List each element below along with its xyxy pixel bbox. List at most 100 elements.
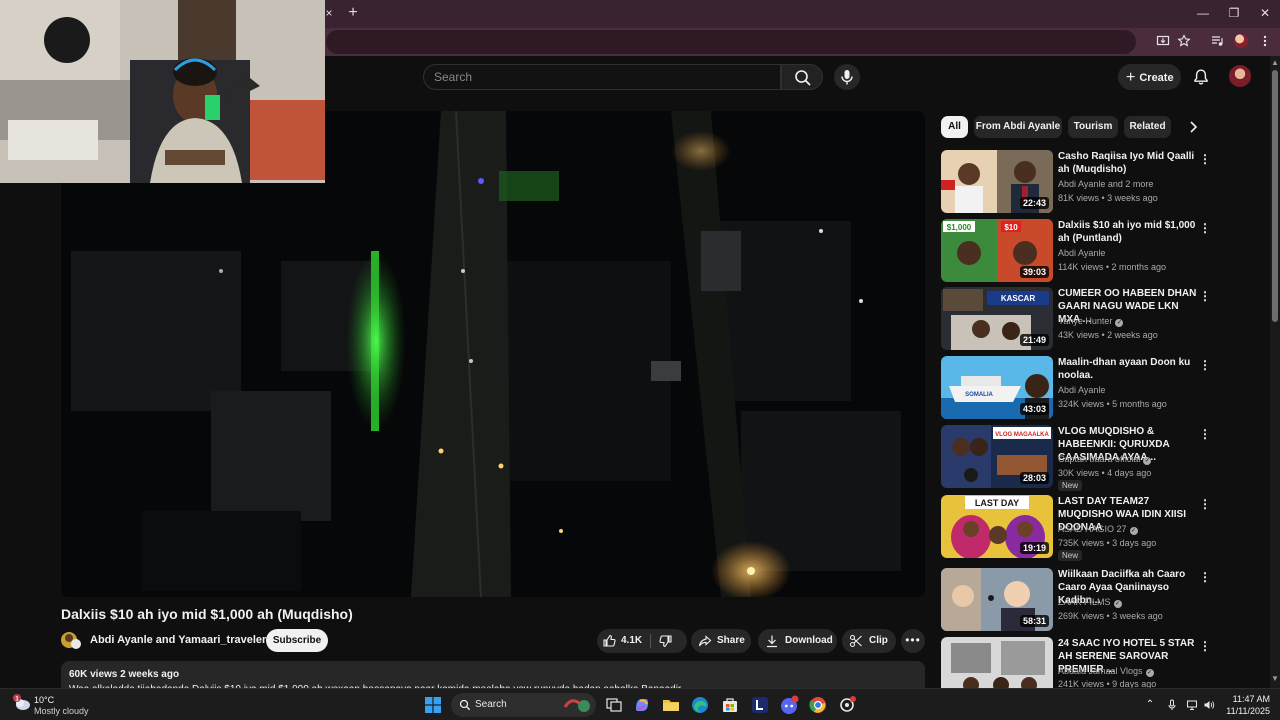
video-thumbnail[interactable]: LAST DAY 19:19 <box>941 495 1053 558</box>
video-title-link[interactable]: Maalin-dhan ayaan Doon ku noolaa. <box>1058 356 1198 382</box>
windows-taskbar: 1 10°C Mostly cloudy Search ⌃ 11:47 AM 1… <box>0 688 1280 720</box>
notifications-bell-icon[interactable] <box>1192 68 1210 86</box>
more-actions-button[interactable]: ••• <box>901 629 925 653</box>
clip-button[interactable]: Clip <box>842 629 896 653</box>
video-player[interactable] <box>61 111 925 597</box>
new-badge: New <box>1058 550 1083 561</box>
close-window-button[interactable]: ✕ <box>1250 4 1280 22</box>
recommended-video[interactable]: VLOG MAGAALKA 28:03 VLOG MUQDISHO & HABE… <box>941 425 1213 491</box>
video-menu-icon[interactable]: ⋮ <box>1199 289 1211 303</box>
volume-icon[interactable] <box>1203 699 1215 711</box>
recommended-video[interactable]: 58:31 Wiilkaan Daciifka ah Caaro Caaro A… <box>941 568 1213 632</box>
video-menu-icon[interactable]: ⋮ <box>1199 570 1211 584</box>
video-menu-icon[interactable]: ⋮ <box>1199 639 1211 653</box>
weather-cloud-icon[interactable]: 1 <box>12 694 32 712</box>
edge-browser-icon[interactable] <box>690 695 710 715</box>
chip-all[interactable]: All <box>941 116 968 138</box>
account-avatar[interactable] <box>1229 65 1251 87</box>
chrome-browser-icon[interactable] <box>808 695 828 715</box>
l-app-icon[interactable] <box>750 695 770 715</box>
video-channel-name[interactable]: Abdi Ayanle <box>1058 385 1105 395</box>
discord-icon[interactable] <box>779 695 799 715</box>
video-menu-icon[interactable]: ⋮ <box>1199 152 1211 166</box>
minimize-button[interactable]: — <box>1188 4 1218 22</box>
share-button[interactable]: Share <box>691 629 751 653</box>
verified-check-icon: ✓ <box>1129 527 1138 535</box>
restore-button[interactable]: ❐ <box>1219 4 1249 22</box>
video-menu-icon[interactable]: ⋮ <box>1199 221 1211 235</box>
video-title-link[interactable]: Dalxiis $10 ah iyo mid $1,000 ah (Puntla… <box>1058 219 1198 245</box>
video-stats: 81K views • 3 weeks ago <box>1058 193 1158 203</box>
file-explorer-icon[interactable] <box>661 695 681 715</box>
channel-name-text: Captan baara official <box>1058 454 1141 464</box>
video-channel-name[interactable]: Yahye Hunter ✓ <box>1058 316 1124 327</box>
bookmark-star-icon[interactable] <box>1176 34 1192 50</box>
weather-description[interactable]: Mostly cloudy <box>34 706 89 716</box>
media-controls-icon[interactable] <box>1209 34 1225 50</box>
video-thumbnail[interactable]: VLOG MAGAALKA 28:03 <box>941 425 1053 488</box>
video-thumbnail[interactable]: 58:31 <box>941 568 1053 631</box>
recommended-video[interactable]: 22:43 Casho Raqiisa Iyo Mid Qaalli ah (M… <box>941 150 1213 214</box>
chip-from-abdi-ayanle[interactable]: From Abdi Ayanle <box>974 116 1062 138</box>
channel-avatar[interactable] <box>61 630 81 650</box>
settings-app-icon[interactable] <box>837 695 857 715</box>
search-button[interactable] <box>781 64 823 90</box>
scrollbar-thumb[interactable] <box>1272 70 1278 322</box>
browser-menu-icon[interactable] <box>1257 34 1273 50</box>
taskbar-clock-date[interactable]: 11/11/2025 <box>1216 706 1270 716</box>
video-menu-icon[interactable]: ⋮ <box>1199 427 1211 441</box>
video-thumbnail[interactable]: 22:43 <box>941 150 1053 213</box>
chip-related[interactable]: Related <box>1124 116 1171 138</box>
like-count[interactable]: 4.1K <box>621 629 642 653</box>
install-app-icon[interactable] <box>1155 34 1171 50</box>
taskbar-search-box[interactable]: Search <box>451 693 596 717</box>
streamer-webcam-feed <box>0 0 325 183</box>
recommended-video[interactable]: KASCAR 21:49 CUMEER OO HABEEN DHAN GAARI… <box>941 287 1213 351</box>
microphone-tray-icon[interactable] <box>1166 699 1178 711</box>
channel-name[interactable]: Abdi Ayanle and Yamaari_traveler <box>90 634 266 646</box>
microsoft-store-icon[interactable] <box>720 695 740 715</box>
voice-search-button[interactable] <box>834 64 860 90</box>
scroll-up-arrow-icon[interactable]: ▲ <box>1271 58 1279 67</box>
video-channel-name[interactable]: Captan baara official ✓ <box>1058 454 1152 465</box>
video-thumbnail[interactable] <box>941 637 1053 688</box>
copilot-icon[interactable] <box>632 695 652 715</box>
windows-start-icon[interactable] <box>425 697 441 713</box>
new-tab-button[interactable]: + <box>345 4 361 22</box>
page-scrollbar[interactable]: ▲ ▼ <box>1270 56 1280 688</box>
recommended-video[interactable]: 24 SAAC IYO HOTEL 5 STAR AH SERENE SAROV… <box>941 637 1213 688</box>
create-button[interactable]: + Create <box>1118 64 1181 90</box>
video-channel-name[interactable]: Abdi Ayanle and 2 more <box>1058 179 1153 189</box>
video-thumbnail[interactable]: $1,000 $10 39:03 <box>941 219 1053 282</box>
recommended-video[interactable]: LAST DAY 19:19 LAST DAY TEAM27 MUQDISHO … <box>941 495 1213 561</box>
task-view-icon[interactable] <box>604 695 624 715</box>
like-icon[interactable] <box>602 634 616 648</box>
video-menu-icon[interactable]: ⋮ <box>1199 358 1211 372</box>
channel-name-text: Yahye Hunter <box>1058 316 1113 326</box>
video-stats: 241K views • 9 days ago <box>1058 679 1157 688</box>
video-channel-name[interactable]: ZAAK FILMS ✓ <box>1058 597 1122 608</box>
address-bar[interactable] <box>326 30 1136 54</box>
chip-tourism[interactable]: Tourism <box>1068 116 1118 138</box>
chevron-right-icon[interactable] <box>1184 118 1202 136</box>
video-channel-name[interactable]: Abdala Jamaal Vlogs ✓ <box>1058 666 1154 677</box>
recommended-video[interactable]: SOMALIA 43:03 Maalin-dhan ayaan Doon ku … <box>941 356 1213 420</box>
subscribe-button[interactable]: Subscribe <box>266 629 328 652</box>
video-menu-icon[interactable]: ⋮ <box>1199 497 1211 511</box>
video-thumbnail[interactable]: SOMALIA 43:03 <box>941 356 1053 419</box>
video-title-link[interactable]: Casho Raqiisa Iyo Mid Qaalli ah (Muqdish… <box>1058 150 1198 176</box>
dislike-icon[interactable] <box>659 634 673 648</box>
network-icon[interactable] <box>1186 699 1198 711</box>
channel-name-text: ZAAK FILMS <box>1058 597 1111 607</box>
browser-profile-avatar[interactable] <box>1234 34 1248 48</box>
video-channel-name[interactable]: Abdi Ayanle <box>1058 248 1105 258</box>
recommended-video[interactable]: $1,000 $10 39:03 Dalxiis $10 ah iyo mid $… <box>941 219 1213 283</box>
video-thumbnail[interactable]: KASCAR 21:49 <box>941 287 1053 350</box>
download-button[interactable]: Download <box>758 629 837 653</box>
video-channel-name[interactable]: ASAD HAGIO 27 ✓ <box>1058 524 1138 535</box>
search-input[interactable]: Search <box>423 64 781 90</box>
taskbar-clock-time[interactable]: 11:47 AM <box>1226 694 1270 704</box>
scroll-down-arrow-icon[interactable]: ▼ <box>1271 674 1279 683</box>
tray-overflow-chevron-icon[interactable]: ⌃ <box>1144 699 1156 711</box>
weather-temperature[interactable]: 10°C <box>34 695 54 705</box>
